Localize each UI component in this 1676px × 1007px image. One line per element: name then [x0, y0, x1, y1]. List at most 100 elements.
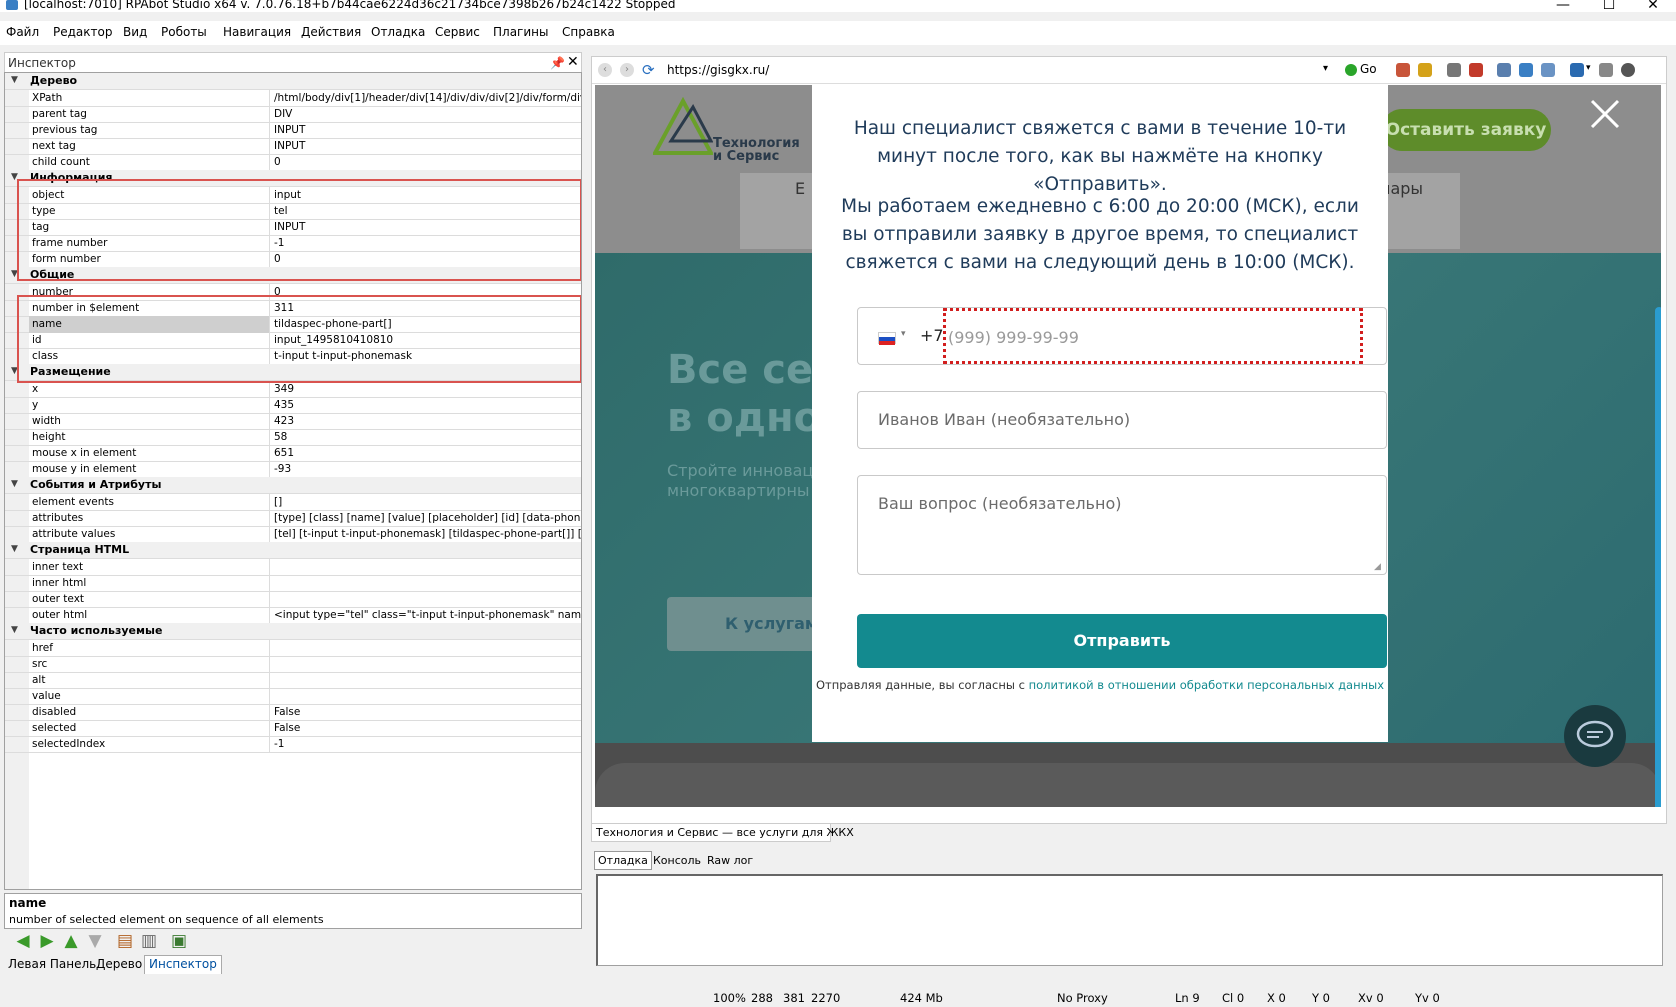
property-value[interactable]: False [271, 704, 581, 721]
property-value[interactable] [271, 575, 581, 592]
grid-row[interactable]: alt [5, 672, 581, 689]
property-value[interactable]: 0 [271, 251, 581, 268]
pin-icon[interactable]: 📌 [550, 56, 565, 70]
menu-view[interactable]: Вид [123, 25, 147, 39]
collapse-chevron-icon[interactable]: ▼ [11, 366, 18, 376]
grid-row[interactable]: name tildaspec-phone-part[] [5, 316, 581, 333]
russia-flag-icon[interactable] [878, 332, 896, 345]
property-value[interactable]: <input type="tel" class="t-input t-input… [271, 607, 581, 624]
grid-row[interactable]: height 58 [5, 429, 581, 446]
property-value[interactable]: t-input t-input-phonemask [271, 348, 581, 365]
property-value[interactable]: tel [271, 203, 581, 220]
property-value[interactable]: [] [271, 494, 581, 511]
phone-field[interactable]: ▾ +7 (999) 999-99-99 [857, 307, 1387, 365]
grid-category[interactable]: ▼ Часто используемые [5, 623, 581, 640]
property-value[interactable]: DIV [271, 106, 581, 123]
tab-console[interactable]: Консоль [653, 854, 701, 867]
property-value[interactable]: 349 [271, 381, 581, 398]
property-value[interactable]: tildaspec-phone-part[] [271, 316, 581, 333]
tool-icon-7[interactable] [1570, 63, 1584, 77]
property-value[interactable]: -1 [271, 235, 581, 252]
property-value[interactable]: INPUT [271, 122, 581, 139]
grid-category[interactable]: ▼ События и Атрибуты [5, 477, 581, 494]
grid-row[interactable]: href [5, 640, 581, 657]
property-value[interactable] [271, 672, 581, 689]
grid-row[interactable]: attributes [type] [class] [name] [value] … [5, 510, 581, 527]
grid-row[interactable]: next tag INPUT [5, 138, 581, 155]
back-arrow-icon[interactable]: ◀ [14, 932, 32, 950]
grid-row[interactable]: type tel [5, 203, 581, 220]
country-dropdown-icon[interactable]: ▾ [901, 329, 906, 339]
tool-icon-8[interactable] [1599, 63, 1613, 77]
privacy-policy-link[interactable]: политикой в отношении обработки персонал… [1029, 678, 1384, 692]
down-arrow-icon[interactable]: ▼ [86, 932, 104, 950]
menu-file[interactable]: Файл [6, 25, 39, 39]
grid-row[interactable]: number 0 [5, 284, 581, 301]
menu-navigation[interactable]: Навигация [223, 25, 291, 39]
property-value[interactable] [271, 591, 581, 608]
tab-raw-log[interactable]: Raw лог [707, 854, 753, 867]
property-value[interactable] [271, 688, 581, 705]
property-value[interactable] [271, 656, 581, 673]
grid-row[interactable]: selected False [5, 720, 581, 737]
property-value[interactable]: input [271, 187, 581, 204]
tool-icon-3[interactable] [1469, 63, 1483, 77]
menu-plugins[interactable]: Плагины [493, 25, 548, 39]
forward-icon[interactable]: › [620, 63, 634, 77]
grid-row[interactable]: form number 0 [5, 251, 581, 268]
url-dropdown-icon[interactable]: ▾ [1323, 63, 1328, 74]
property-value[interactable]: /html/body/div[1]/header/div[14]/div/div… [271, 90, 581, 107]
grid-row[interactable]: id input_1495810410810 [5, 332, 581, 349]
grid-row[interactable]: inner text [5, 559, 581, 576]
menu-editor[interactable]: Редактор [53, 25, 112, 39]
tool-icon-2[interactable] [1418, 63, 1432, 77]
grid-row[interactable]: attribute values [tel] [t-input t-input-p… [5, 526, 581, 543]
grid-row[interactable]: object input [5, 187, 581, 204]
modal-close-icon[interactable] [1588, 97, 1622, 131]
property-value[interactable] [271, 559, 581, 576]
grid-row[interactable]: disabled False [5, 704, 581, 721]
grid-row[interactable]: parent tag DIV [5, 106, 581, 123]
grid-category[interactable]: ▼ Общие [5, 267, 581, 284]
collapse-chevron-icon[interactable]: ▼ [11, 544, 18, 554]
tool-icon-6[interactable] [1541, 63, 1555, 77]
grid-row[interactable]: width 423 [5, 413, 581, 430]
vertical-scrollbar[interactable] [1655, 307, 1661, 807]
go-button[interactable]: Go [1360, 62, 1377, 76]
forward-arrow-icon[interactable]: ▶ [38, 932, 56, 950]
url-field[interactable]: https://gisgkx.ru/ [667, 63, 769, 77]
property-value[interactable]: -1 [271, 736, 581, 753]
browser-page-tab[interactable]: Технология и Сервис — все услуги для ЖКХ [591, 823, 854, 842]
grid-row[interactable]: y 435 [5, 397, 581, 414]
collapse-chevron-icon[interactable]: ▼ [11, 172, 18, 182]
menu-service[interactable]: Сервис [435, 25, 480, 39]
name-field[interactable]: Иванов Иван (необязательно) [857, 391, 1387, 449]
tool-icon-1[interactable] [1396, 63, 1410, 77]
add-document-icon[interactable]: ▣ [170, 932, 188, 950]
grid-row[interactable]: outer html <input type="tel" class="t-inp… [5, 607, 581, 624]
property-value[interactable]: False [271, 720, 581, 737]
property-value[interactable]: 311 [271, 300, 581, 317]
property-value[interactable]: 423 [271, 413, 581, 430]
resize-handle-icon[interactable]: ◢ [1374, 562, 1381, 572]
collapse-chevron-icon[interactable]: ▼ [11, 75, 18, 85]
property-value[interactable]: INPUT [271, 219, 581, 236]
refresh-icon[interactable]: ⟳ [642, 61, 655, 79]
maximize-icon[interactable]: ☐ [1586, 0, 1632, 12]
property-value[interactable]: [tel] [t-input t-input-phonemask] [tilda… [271, 526, 581, 543]
chat-bubble-icon[interactable] [1564, 705, 1626, 767]
property-value[interactable]: 651 [271, 445, 581, 462]
grid-row[interactable]: x 349 [5, 381, 581, 398]
grid-category[interactable]: ▼ Информация [5, 170, 581, 187]
back-icon[interactable]: ‹ [598, 63, 612, 77]
grid-row[interactable]: outer text [5, 591, 581, 608]
collapse-chevron-icon[interactable]: ▼ [11, 625, 18, 635]
tab-left-panel[interactable]: Левая Панель [8, 957, 96, 971]
grid-row[interactable]: number in $element 311 [5, 300, 581, 317]
property-value[interactable]: -93 [271, 461, 581, 478]
property-value[interactable]: 0 [271, 284, 581, 301]
details-icon[interactable]: ▥ [140, 932, 158, 950]
grid-row[interactable]: mouse y in element -93 [5, 461, 581, 478]
tab-tree[interactable]: Дерево [96, 957, 142, 971]
grid-row[interactable]: child count 0 [5, 154, 581, 171]
